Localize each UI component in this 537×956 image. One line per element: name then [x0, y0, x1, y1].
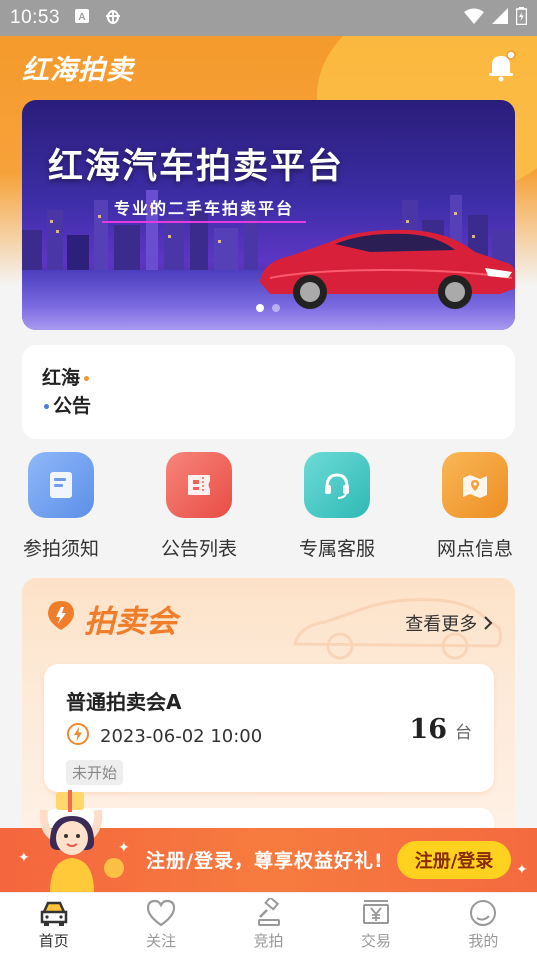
auction-item-count-unit: 台	[455, 723, 472, 743]
nav-item-trade[interactable]: 交易	[322, 893, 429, 956]
auction-item-time-row: 2023-06-02 10:00	[66, 722, 262, 751]
view-more-label: 查看更多	[405, 614, 478, 635]
quick-action-label: 参拍须知	[22, 538, 99, 560]
auction-item-time: 2023-06-02 10:00	[100, 726, 263, 747]
quick-action-notices[interactable]: 公告列表	[151, 452, 247, 561]
notice-card[interactable]: 红海 公告	[22, 345, 515, 439]
bug-icon	[104, 7, 122, 29]
profile-icon	[470, 900, 497, 926]
nav-label: 我的	[468, 932, 499, 950]
car-icon	[40, 901, 67, 926]
auction-title-text: 拍卖会	[84, 604, 177, 640]
banner-pagination	[256, 304, 280, 312]
nav-item-home[interactable]: 首页	[0, 893, 107, 956]
nav-label: 竞拍	[253, 932, 284, 950]
quick-action-branches[interactable]: 网点信息	[427, 452, 523, 561]
auction-item-count-number: 16	[409, 714, 447, 745]
ticket-icon	[166, 452, 232, 518]
nav-item-mine[interactable]: 我的	[430, 893, 537, 956]
notice-logo-line2: 公告	[42, 393, 106, 421]
nav-label: 关注	[146, 932, 177, 950]
notice-logo: 红海 公告	[42, 365, 106, 421]
nav-item-bid[interactable]: 竞拍	[215, 893, 322, 956]
app-logo: 红海拍卖	[22, 55, 134, 86]
bell-icon[interactable]	[486, 50, 516, 82]
battery-icon	[515, 7, 528, 29]
auction-section-title: 拍卖会	[44, 596, 177, 641]
signal-icon	[492, 8, 508, 28]
yen-icon	[362, 900, 389, 924]
heart-icon	[147, 899, 176, 927]
auction-item-count: 16 台	[409, 714, 472, 745]
quick-action-guide[interactable]: 参拍须知	[13, 452, 109, 561]
nav-label: 首页	[38, 932, 69, 950]
banner-title: 红海汽车拍卖平台	[48, 147, 345, 187]
map-icon	[442, 452, 508, 518]
register-login-button[interactable]: 注册/登录	[397, 841, 511, 879]
sparkle-icon: ✦	[516, 862, 528, 878]
quick-action-label: 专属客服	[298, 538, 375, 560]
status-bar: 10:53 A	[0, 0, 537, 36]
sports-car-image	[260, 229, 515, 309]
a-icon: A	[74, 8, 90, 28]
view-more-link[interactable]: 查看更多	[405, 610, 493, 636]
pagination-dot[interactable]	[272, 304, 280, 312]
promo-girl-illustration	[39, 790, 124, 892]
headset-icon	[304, 452, 370, 518]
quick-action-support[interactable]: 专属客服	[289, 452, 385, 561]
chevron-right-icon	[483, 614, 493, 635]
gavel-icon	[257, 898, 280, 926]
auction-item-name: 普通拍卖会A	[66, 690, 182, 714]
status-badge: 未开始	[66, 760, 124, 785]
quick-action-label: 网点信息	[436, 538, 513, 560]
nav-label: 交易	[360, 932, 391, 950]
svg-text:A: A	[78, 12, 85, 23]
quick-actions: 参拍须知 公告列表 专属客服 网点信息	[0, 452, 537, 564]
quick-action-label: 公告列表	[160, 538, 237, 560]
bottom-navigation: 首页 关注 竞拍 交易 我的	[0, 892, 537, 956]
wifi-icon	[464, 8, 484, 28]
auction-logo-icon	[44, 598, 78, 640]
book-icon	[28, 452, 94, 518]
nav-item-follow[interactable]: 关注	[107, 893, 214, 956]
lightning-icon	[66, 722, 90, 751]
pagination-dot-active[interactable]	[256, 304, 264, 312]
status-time: 10:53	[10, 7, 61, 28]
hero-banner[interactable]: 红海汽车拍卖平台 专业的二手车拍卖平台	[22, 100, 515, 330]
promo-text: 注册/登录，尊享权益好礼!	[146, 850, 384, 872]
notice-logo-line1: 红海	[42, 365, 106, 393]
auction-list-item[interactable]: 普通拍卖会A 2023-06-02 10:00 16 台 未开始	[44, 664, 494, 792]
